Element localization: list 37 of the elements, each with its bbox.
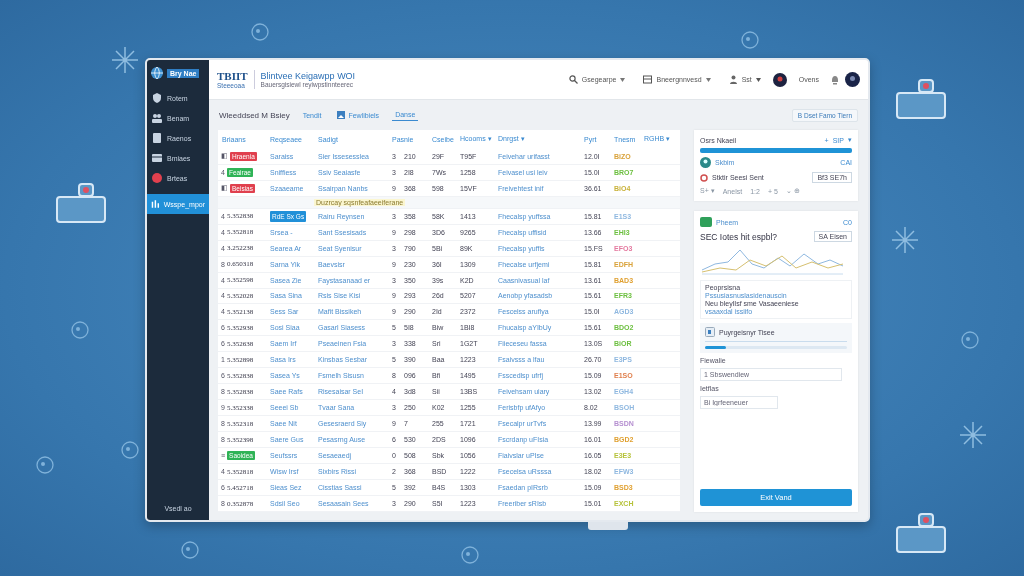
status-icon (700, 157, 711, 168)
doodle-icon (460, 545, 480, 565)
doodle-icon (180, 540, 200, 560)
bar-chart-icon (151, 198, 160, 210)
bag-icon (895, 78, 947, 120)
panel-icon (151, 152, 163, 164)
doodle-icon (250, 22, 270, 42)
profile-icon (845, 72, 860, 87)
page-title: Wleeddsed M Bsiey (219, 110, 290, 120)
bell-icon (831, 74, 839, 85)
caret-icon (705, 77, 711, 82)
file-icon (705, 327, 715, 337)
snowflake-icon (110, 45, 140, 75)
bag-icon (895, 512, 947, 554)
people-icon (151, 112, 163, 124)
search-icon (568, 75, 578, 84)
document-icon (151, 132, 163, 144)
caret-icon (755, 77, 761, 82)
image-icon (337, 111, 346, 119)
doodle-icon (120, 440, 140, 460)
doodle-icon (35, 455, 55, 475)
bag-icon (55, 182, 107, 224)
panel-icon (643, 75, 653, 84)
snowflake-icon (890, 225, 920, 255)
logo-text: TBIIT (217, 70, 248, 82)
globe-icon (150, 66, 164, 80)
doodle-icon (740, 30, 760, 50)
doodle-icon (70, 320, 90, 340)
person-icon (728, 75, 738, 84)
snowflake-icon (958, 420, 988, 450)
shield-icon (151, 92, 163, 104)
avatar-icon (772, 72, 787, 87)
caret-icon (620, 77, 626, 82)
alert-icon (151, 172, 163, 184)
headline: SEC Iotes hit espbl? (700, 231, 777, 242)
doodle-icon (960, 330, 980, 350)
app-title: Blintvee Keigawpp WOI (260, 71, 356, 81)
